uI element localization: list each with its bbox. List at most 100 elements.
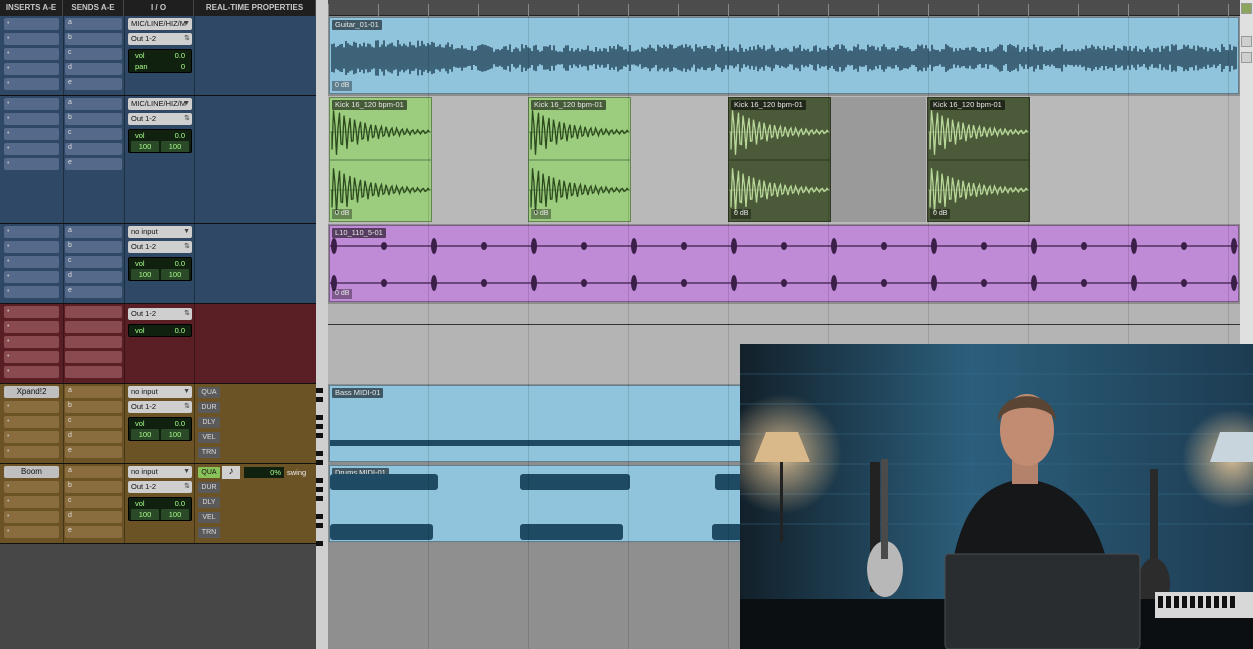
stereo-pan-row[interactable]: 100 100 (129, 429, 191, 440)
volume-pan-display[interactable]: vol 0.0 100 100 (128, 129, 192, 153)
insert-slot[interactable]: • (4, 271, 59, 283)
output-selector[interactable]: Out 1-2 ⇅ (128, 481, 192, 493)
input-selector[interactable]: no input ▼ (128, 226, 192, 238)
lane-guitar[interactable]: Guitar_01-01 0 dB (328, 16, 1240, 96)
rtp-trn-button[interactable]: TRN (198, 447, 220, 458)
sends-header[interactable]: SENDS A-E (63, 0, 124, 16)
insert-slot[interactable]: • (4, 446, 59, 458)
clip-kick-1[interactable]: Kick 16_120 bpm-01 0 dB (329, 97, 432, 222)
send-slot[interactable]: a (65, 18, 122, 30)
swing-value[interactable]: 0% (244, 467, 284, 478)
insert-slot[interactable]: • (4, 526, 59, 538)
insert-slot[interactable]: • (4, 98, 59, 110)
rtp-dly-button[interactable]: DLY (198, 497, 220, 508)
insert-slot[interactable]: • (4, 416, 59, 428)
clip-kick-4[interactable]: Kick 16_120 bpm-01 0 dB (927, 97, 1030, 222)
send-slot[interactable]: d (65, 63, 122, 75)
send-slot[interactable]: b (65, 33, 122, 45)
insert-slot[interactable]: • (4, 63, 59, 75)
pan-right-value[interactable]: 100 (161, 141, 189, 152)
volume-pan-display[interactable]: vol 0.0 100 100 (128, 257, 192, 281)
insert-slot[interactable]: • (4, 78, 59, 90)
rtp-qua-button[interactable]: QUA (198, 467, 220, 478)
insert-slot[interactable]: • (4, 113, 59, 125)
zoom-plus-icon[interactable] (1241, 36, 1252, 47)
send-slot[interactable]: c (65, 496, 122, 508)
send-slot[interactable]: d (65, 143, 122, 155)
pan-left-value[interactable]: 100 (131, 141, 159, 152)
insert-slot[interactable]: • (4, 496, 59, 508)
input-selector[interactable]: no input ▼ (128, 386, 192, 398)
midi-note[interactable] (520, 524, 623, 540)
clip-gain[interactable]: 0 dB (531, 209, 552, 219)
insert-slot-a[interactable]: Boom (4, 466, 59, 478)
pan-left-value[interactable]: 100 (131, 429, 159, 440)
insert-slot[interactable]: • (4, 306, 59, 318)
send-slot[interactable]: a (65, 98, 122, 110)
insert-slot[interactable]: • (4, 366, 59, 378)
insert-slot[interactable]: • (4, 128, 59, 140)
track-row-4[interactable]: • • • • • Out 1-2 ⇅ vol 0.0 (0, 304, 316, 384)
midi-note[interactable] (330, 474, 438, 490)
lane-loop[interactable]: L10_110_5-01 0 dB (328, 224, 1240, 304)
inserts-header[interactable]: INSERTS A-E (0, 0, 63, 16)
volume-row[interactable]: vol 0.0 (129, 325, 191, 336)
volume-row[interactable]: vol 0.0 (129, 258, 191, 269)
track-row-6[interactable]: Boom a • b • c • d • e no input ▼ Out 1-2 ⇅ vol 0.0 100 1… (0, 464, 316, 544)
volume-pan-display[interactable]: vol 0.0 (128, 324, 192, 337)
input-selector[interactable]: MIC/LINE/HIZ/M ▼ (128, 98, 192, 110)
quantize-grid-note-icon[interactable]: ♪ (222, 466, 240, 479)
send-slot[interactable]: a (65, 226, 122, 238)
input-selector[interactable]: MIC/LINE/HIZ/M ▼ (128, 18, 192, 30)
volume-pan-display[interactable]: vol 0.0 100 100 (128, 497, 192, 521)
clip-gain[interactable]: 0 dB (332, 81, 353, 91)
pan-right-value[interactable]: 100 (161, 429, 189, 440)
rtp-dly-button[interactable]: DLY (198, 417, 220, 428)
send-slot[interactable]: e (65, 526, 122, 538)
volume-row[interactable]: vol 0.0 (129, 498, 191, 509)
stereo-pan-row[interactable]: 100 100 (129, 141, 191, 152)
track-row-5[interactable]: Xpand!2 a • b • c • d • e no input ▼ Out 1-2 ⇅ vol 0.0 1… (0, 384, 316, 464)
send-slot[interactable]: b (65, 113, 122, 125)
stereo-pan-row[interactable]: 100 100 (129, 269, 191, 280)
insert-slot[interactable]: • (4, 351, 59, 363)
send-slot[interactable]: a (65, 466, 122, 478)
pan-right-value[interactable]: 100 (161, 269, 189, 280)
input-selector[interactable]: no input ▼ (128, 466, 192, 478)
insert-slot[interactable]: • (4, 143, 59, 155)
clip-gain[interactable]: 0 dB (731, 209, 752, 219)
pan-left-value[interactable]: 100 (131, 269, 159, 280)
midi-note[interactable] (330, 524, 433, 540)
clip-kick-3[interactable]: Kick 16_120 bpm-01 0 dB (728, 97, 831, 222)
send-slot[interactable]: e (65, 286, 122, 298)
clip-gain[interactable]: 0 dB (332, 289, 353, 299)
rtp-dur-button[interactable]: DUR (198, 482, 220, 493)
send-slot[interactable] (65, 351, 122, 363)
timeline-ruler[interactable] (328, 0, 1240, 16)
clip-kick-2[interactable]: Kick 16_120 bpm-01 0 dB (528, 97, 631, 222)
send-slot[interactable]: e (65, 78, 122, 90)
io-header[interactable]: I / O (124, 0, 194, 16)
rtp-trn-button[interactable]: TRN (198, 527, 220, 538)
insert-slot[interactable]: • (4, 158, 59, 170)
send-slot[interactable]: c (65, 256, 122, 268)
output-selector[interactable]: Out 1-2 ⇅ (128, 113, 192, 125)
insert-slot[interactable]: • (4, 321, 59, 333)
send-slot[interactable]: d (65, 271, 122, 283)
clip-gain[interactable]: 0 dB (930, 209, 951, 219)
send-slot[interactable]: c (65, 128, 122, 140)
output-selector[interactable]: Out 1-2 ⇅ (128, 401, 192, 413)
right-scroll-bar[interactable] (1240, 0, 1253, 345)
insert-slot[interactable]: • (4, 256, 59, 268)
volume-row[interactable]: vol 0.0 (129, 418, 191, 429)
output-selector[interactable]: Out 1-2 ⇅ (128, 308, 192, 320)
insert-slot[interactable]: • (4, 511, 59, 523)
track-row-1[interactable]: • a • b • c • d • e MIC/LINE/HIZ/M ▼ Out 1-2 ⇅ vol 0.0 p… (0, 16, 316, 96)
send-slot[interactable]: a (65, 386, 122, 398)
insert-slot[interactable]: • (4, 48, 59, 60)
volume-pan-display[interactable]: vol 0.0 pan 0 (128, 49, 192, 73)
send-slot[interactable]: d (65, 511, 122, 523)
insert-slot[interactable]: • (4, 241, 59, 253)
insert-slot-a[interactable]: Xpand!2 (4, 386, 59, 398)
send-slot[interactable]: c (65, 416, 122, 428)
